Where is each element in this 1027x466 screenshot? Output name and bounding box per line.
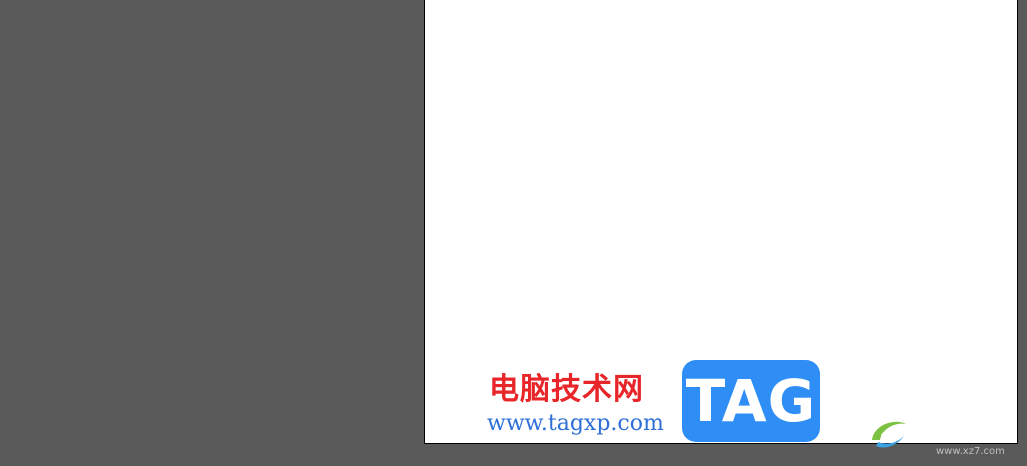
watermark-url: www.tagxp.com (487, 411, 664, 436)
watermark-tag-badge: TAG (682, 360, 820, 442)
site-logo-url: www.xz7.com (936, 446, 1005, 457)
watermark-tagxp: 电脑技术网 www.tagxp.com TAG (486, 360, 826, 446)
site-logo-name: 极光下载站 (908, 418, 1013, 442)
canvas-workspace[interactable]: 电脑技术网 www.tagxp.com TAG 极光下载站 www.xz7.co… (0, 0, 1027, 466)
site-logo-xz7: 极光下载站 www.xz7.com (866, 408, 1024, 464)
watermark-site-name: 电脑技术网 (489, 372, 644, 407)
aurora-swirl-logo-icon (872, 421, 906, 448)
